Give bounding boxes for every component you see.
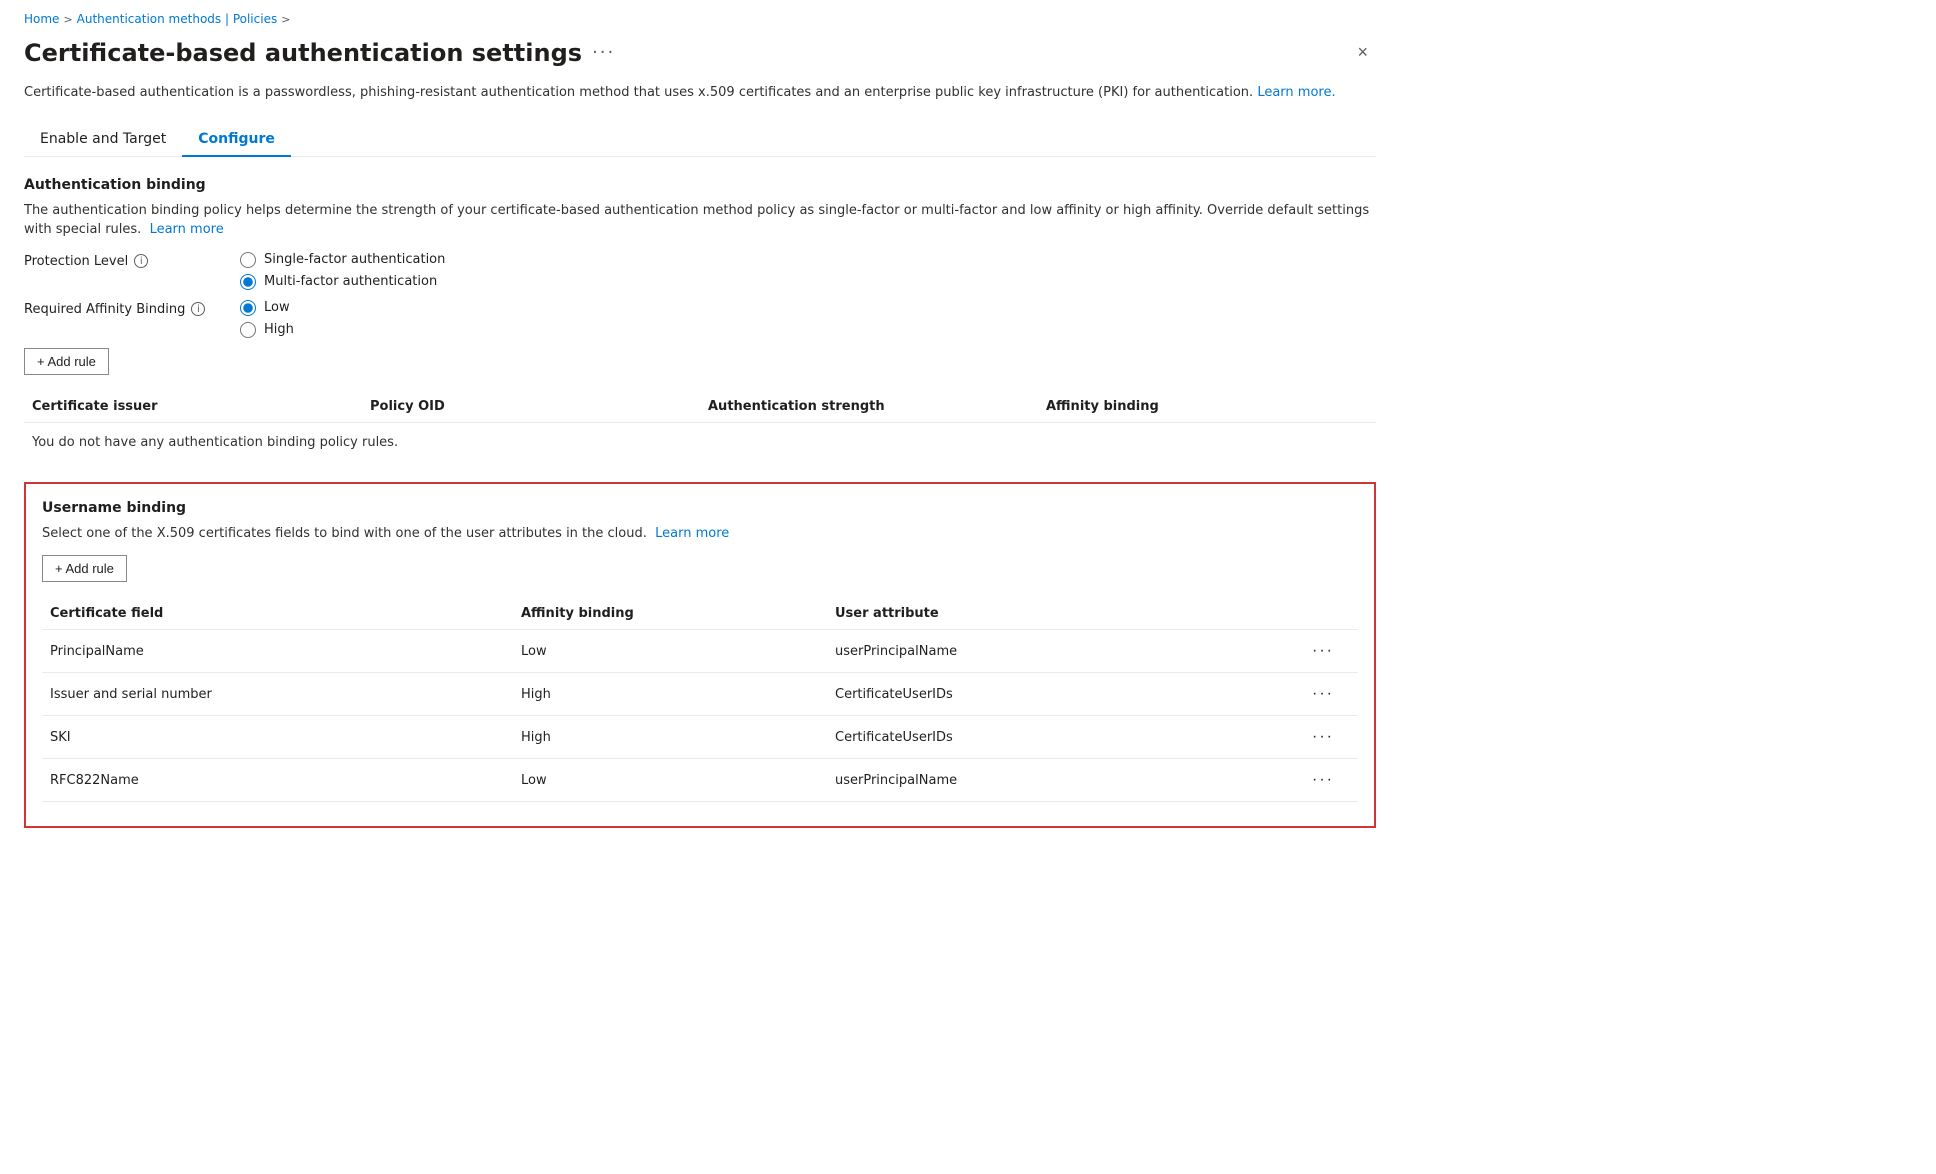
breadcrumb-sep-2: > — [281, 13, 290, 26]
col-user-attribute: User attribute — [827, 606, 1298, 621]
row-more-options-2[interactable]: ··· — [1306, 683, 1340, 705]
auth-binding-table-header: Certificate issuer Policy OID Authentica… — [24, 391, 1376, 423]
cell-field-4: RFC822Name — [42, 773, 513, 788]
protection-level-row: Protection Level i Single-factor authent… — [24, 252, 1376, 290]
high-affinity-radio[interactable] — [240, 322, 256, 338]
low-affinity-option[interactable]: Low — [240, 300, 294, 316]
cell-attribute-4: userPrincipalName — [827, 773, 1298, 788]
affinity-info-icon[interactable]: i — [191, 302, 205, 316]
auth-binding-desc: The authentication binding policy helps … — [24, 201, 1376, 240]
col-certificate-issuer: Certificate issuer — [24, 399, 362, 414]
table-row: RFC822Name Low userPrincipalName ··· — [42, 759, 1358, 802]
cell-affinity-4: Low — [513, 773, 827, 788]
username-binding-table: Certificate field Affinity binding User … — [42, 598, 1358, 802]
cell-actions-2: ··· — [1298, 683, 1358, 705]
cell-affinity-2: High — [513, 687, 827, 702]
cell-actions-1: ··· — [1298, 640, 1358, 662]
cell-field-1: PrincipalName — [42, 644, 513, 659]
cell-actions-3: ··· — [1298, 726, 1358, 748]
username-binding-add-rule-button[interactable]: + Add rule — [42, 555, 127, 582]
page-description: Certificate-based authentication is a pa… — [24, 83, 1376, 103]
page-container: Home > Authentication methods | Policies… — [0, 0, 1400, 852]
breadcrumb-policies[interactable]: Authentication methods | Policies — [77, 12, 278, 26]
username-binding-table-header: Certificate field Affinity binding User … — [42, 598, 1358, 630]
auth-binding-table: Certificate issuer Policy OID Authentica… — [24, 391, 1376, 462]
cell-attribute-2: CertificateUserIDs — [827, 687, 1298, 702]
multi-factor-radio[interactable] — [240, 274, 256, 290]
auth-binding-section: Authentication binding The authenticatio… — [24, 177, 1376, 462]
learn-more-link-top[interactable]: Learn more. — [1257, 85, 1335, 100]
close-button[interactable]: × — [1349, 38, 1376, 67]
col-auth-strength: Authentication strength — [700, 399, 1038, 414]
breadcrumb-sep-1: > — [63, 13, 72, 26]
username-binding-learn-more[interactable]: Learn more — [655, 526, 729, 541]
page-header: Certificate-based authentication setting… — [24, 38, 1376, 67]
table-row: Issuer and serial number High Certificat… — [42, 673, 1358, 716]
single-factor-option[interactable]: Single-factor authentication — [240, 252, 445, 268]
single-factor-radio[interactable] — [240, 252, 256, 268]
tab-configure[interactable]: Configure — [182, 123, 291, 157]
tab-enable-target[interactable]: Enable and Target — [24, 123, 182, 157]
auth-binding-learn-more[interactable]: Learn more — [150, 222, 224, 237]
auth-binding-title: Authentication binding — [24, 177, 1376, 193]
more-options-icon[interactable]: ··· — [592, 42, 615, 63]
protection-level-label: Protection Level i — [24, 252, 224, 269]
page-title: Certificate-based authentication setting… — [24, 39, 582, 67]
affinity-radio-group: Low High — [240, 300, 294, 338]
multi-factor-option[interactable]: Multi-factor authentication — [240, 274, 445, 290]
tabs: Enable and Target Configure — [24, 123, 1376, 157]
affinity-binding-row: Required Affinity Binding i Low High — [24, 300, 1376, 338]
protection-level-info-icon[interactable]: i — [134, 254, 148, 268]
row-more-options-4[interactable]: ··· — [1306, 769, 1340, 791]
cell-actions-4: ··· — [1298, 769, 1358, 791]
page-title-row: Certificate-based authentication setting… — [24, 39, 615, 67]
row-more-options-3[interactable]: ··· — [1306, 726, 1340, 748]
breadcrumb-home[interactable]: Home — [24, 12, 59, 26]
col-ub-affinity-binding: Affinity binding — [513, 606, 827, 621]
col-affinity-binding: Affinity binding — [1038, 399, 1376, 414]
breadcrumb: Home > Authentication methods | Policies… — [24, 12, 1376, 26]
table-row: SKI High CertificateUserIDs ··· — [42, 716, 1358, 759]
username-binding-section: Username binding Select one of the X.509… — [24, 482, 1376, 829]
cell-field-3: SKI — [42, 730, 513, 745]
cell-affinity-1: Low — [513, 644, 827, 659]
affinity-binding-label: Required Affinity Binding i — [24, 300, 224, 317]
col-cert-field: Certificate field — [42, 606, 513, 621]
username-binding-title: Username binding — [42, 500, 1358, 516]
row-more-options-1[interactable]: ··· — [1306, 640, 1340, 662]
cell-attribute-1: userPrincipalName — [827, 644, 1298, 659]
col-actions — [1298, 606, 1358, 621]
protection-level-radio-group: Single-factor authentication Multi-facto… — [240, 252, 445, 290]
cell-attribute-3: CertificateUserIDs — [827, 730, 1298, 745]
high-affinity-option[interactable]: High — [240, 322, 294, 338]
cell-field-2: Issuer and serial number — [42, 687, 513, 702]
cell-affinity-3: High — [513, 730, 827, 745]
table-row: PrincipalName Low userPrincipalName ··· — [42, 630, 1358, 673]
username-binding-desc: Select one of the X.509 certificates fie… — [42, 524, 1358, 544]
col-policy-oid: Policy OID — [362, 399, 700, 414]
auth-binding-empty-message: You do not have any authentication bindi… — [24, 423, 1376, 462]
auth-binding-add-rule-button[interactable]: + Add rule — [24, 348, 109, 375]
low-affinity-radio[interactable] — [240, 300, 256, 316]
